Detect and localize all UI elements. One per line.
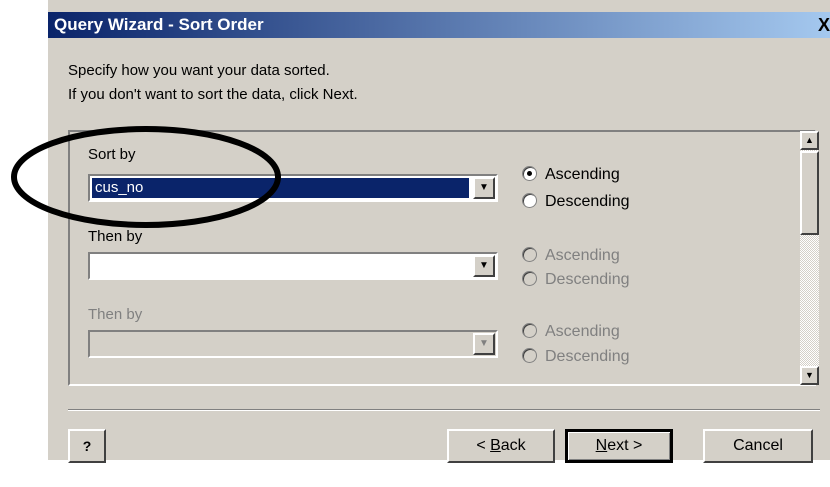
back-rest: ack xyxy=(500,437,526,454)
instruction-line-1: Specify how you want your data sorted. xyxy=(68,62,330,79)
radio-empty-icon xyxy=(522,348,537,363)
radio-label: Ascending xyxy=(545,247,620,264)
sort-by-descending-radio[interactable]: Descending xyxy=(522,192,630,212)
next-button[interactable]: Next > xyxy=(565,429,673,463)
back-prefix: < xyxy=(476,437,491,454)
separator xyxy=(68,409,820,411)
help-button[interactable]: ? xyxy=(68,429,106,463)
next-rest: ext > xyxy=(607,437,643,454)
radio-label: Ascending xyxy=(545,323,620,340)
radio-selected-icon xyxy=(522,166,537,181)
radio-label: Ascending xyxy=(545,166,620,183)
radio-label: Descending xyxy=(545,271,630,288)
then-by-1-ascending-radio[interactable]: Ascending xyxy=(522,246,620,266)
instruction-line-2: If you don't want to sort the data, clic… xyxy=(68,86,358,103)
chevron-down-icon: ▼ xyxy=(473,333,495,355)
arrow-up-icon[interactable]: ▲ xyxy=(800,131,819,150)
back-button[interactable]: < Back xyxy=(447,429,555,463)
then-by-2-descending-radio: Descending xyxy=(522,347,630,367)
window-title: Query Wizard - Sort Order xyxy=(54,15,264,34)
radio-empty-icon xyxy=(522,193,537,208)
radio-empty-icon xyxy=(522,323,537,338)
sort-by-label: Sort by xyxy=(88,146,136,163)
cancel-button[interactable]: Cancel xyxy=(703,429,813,463)
then-by-1-combo[interactable]: ▼ xyxy=(88,252,498,280)
then-by-2-value xyxy=(92,334,469,354)
scrollbar-thumb[interactable] xyxy=(800,151,819,235)
title-bar[interactable]: Query Wizard - Sort Order X xyxy=(48,12,830,38)
then-by-1-label: Then by xyxy=(88,228,143,245)
then-by-1-value xyxy=(92,256,469,276)
chevron-down-icon[interactable]: ▼ xyxy=(473,177,495,199)
sort-by-value: cus_no xyxy=(92,178,469,198)
back-mnemonic: B xyxy=(490,437,501,454)
then-by-2-combo: ▼ xyxy=(88,330,498,358)
vertical-scrollbar[interactable]: ▲ ▼ xyxy=(800,131,819,385)
radio-label: Descending xyxy=(545,348,630,365)
then-by-2-label: Then by xyxy=(88,306,143,323)
next-mnemonic: N xyxy=(595,437,608,454)
sort-by-combo[interactable]: cus_no ▼ xyxy=(88,174,498,202)
help-icon: ? xyxy=(82,438,92,454)
arrow-down-icon[interactable]: ▼ xyxy=(800,366,819,385)
then-by-1-descending-radio[interactable]: Descending xyxy=(522,270,630,290)
sort-by-ascending-radio[interactable]: Ascending xyxy=(522,165,620,185)
radio-empty-icon xyxy=(522,247,537,262)
close-icon[interactable]: X xyxy=(818,12,830,38)
radio-label: Descending xyxy=(545,193,630,210)
then-by-2-ascending-radio: Ascending xyxy=(522,322,620,342)
radio-empty-icon xyxy=(522,271,537,286)
chevron-down-icon[interactable]: ▼ xyxy=(473,255,495,277)
